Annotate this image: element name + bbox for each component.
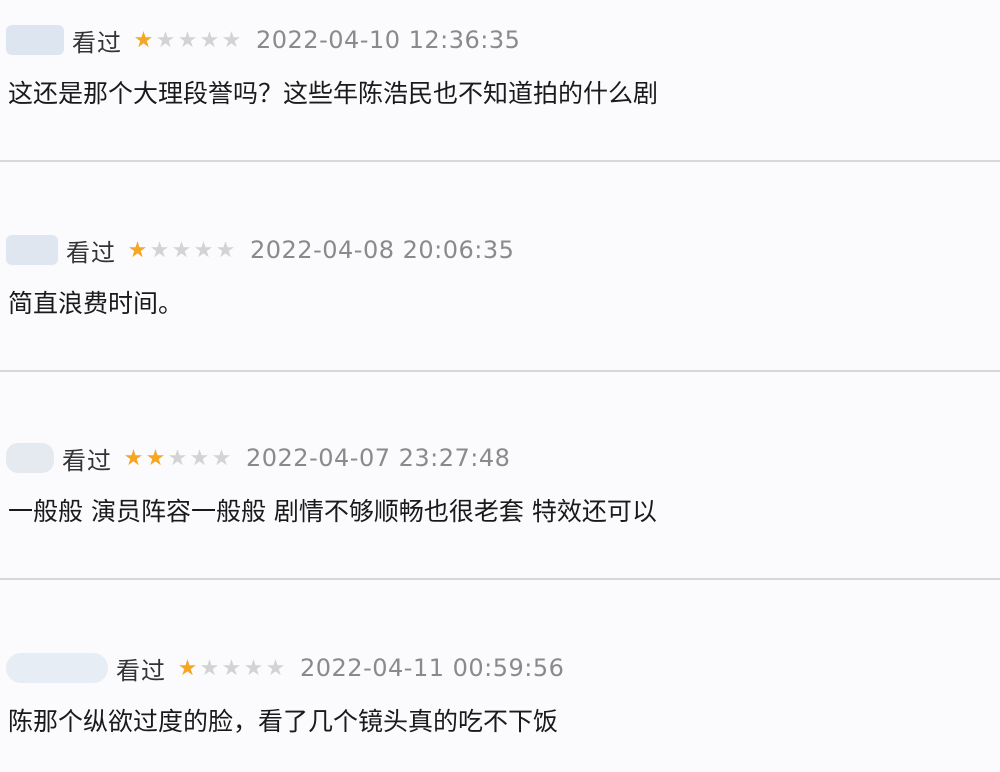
star-empty-icon: ★ [265,655,286,681]
rating-stars: ★ ★ ★ ★ ★ [122,446,232,471]
review-item: 看过 ★ ★ ★ ★ ★ 2022-04-08 20:06:35 简直浪费时间。 [0,162,1000,370]
star-filled-icon: ★ [123,445,144,471]
review-timestamp: 2022-04-08 20:06:35 [250,236,515,264]
watched-label: 看过 [116,656,166,685]
star-empty-icon: ★ [177,27,198,53]
star-filled-icon: ★ [127,237,148,263]
review-meta: 看过 ★ ★ ★ ★ ★ 2022-04-10 12:36:35 [0,20,520,60]
watched-label: 看过 [66,238,116,267]
star-empty-icon: ★ [199,27,220,53]
review-text: 一般般 演员阵容一般般 剧情不够顺畅也很老套 特效还可以 [8,497,657,526]
star-empty-icon: ★ [171,237,192,263]
star-empty-icon: ★ [155,27,176,53]
review-meta: 看过 ★ ★ ★ ★ ★ 2022-04-11 00:59:56 [0,648,564,688]
star-empty-icon: ★ [149,237,170,263]
review-item: 看过 ★ ★ ★ ★ ★ 2022-04-07 23:27:48 一般般 演员阵容一般般… [0,372,1000,578]
star-empty-icon: ★ [243,655,264,681]
rating-stars: ★ ★ ★ ★ ★ [176,656,286,681]
watched-label: 看过 [62,446,112,475]
review-text: 这还是那个大理段誉吗？这些年陈浩民也不知道拍的什么剧 [8,79,659,108]
avatar[interactable] [6,235,58,265]
avatar[interactable] [6,443,54,473]
avatar[interactable] [6,25,64,55]
watched-label: 看过 [72,28,122,57]
star-empty-icon: ★ [221,655,242,681]
review-item: 看过 ★ ★ ★ ★ ★ 2022-04-11 00:59:56 陈那个纵欲过度的脸，看… [0,580,1000,772]
rating-stars: ★ ★ ★ ★ ★ [132,28,242,53]
review-text: 简直浪费时间。 [8,289,184,318]
review-timestamp: 2022-04-07 23:27:48 [246,444,511,472]
star-empty-icon: ★ [221,27,242,53]
review-meta: 看过 ★ ★ ★ ★ ★ 2022-04-07 23:27:48 [0,438,510,478]
star-empty-icon: ★ [199,655,220,681]
review-text: 陈那个纵欲过度的脸，看了几个镜头真的吃不下饭 [8,707,559,736]
review-item: 看过 ★ ★ ★ ★ ★ 2022-04-10 12:36:35 这还是那个大理段誉吗？… [0,0,1000,160]
avatar[interactable] [6,653,108,683]
star-empty-icon: ★ [193,237,214,263]
star-filled-icon: ★ [133,27,154,53]
review-meta: 看过 ★ ★ ★ ★ ★ 2022-04-08 20:06:35 [0,230,514,270]
rating-stars: ★ ★ ★ ★ ★ [126,238,236,263]
review-list: 看过 ★ ★ ★ ★ ★ 2022-04-10 12:36:35 这还是那个大理段誉吗？… [0,0,1000,772]
star-empty-icon: ★ [189,445,210,471]
review-timestamp: 2022-04-11 00:59:56 [300,654,565,682]
review-timestamp: 2022-04-10 12:36:35 [256,26,521,54]
star-empty-icon: ★ [167,445,188,471]
star-empty-icon: ★ [211,445,232,471]
star-filled-icon: ★ [177,655,198,681]
star-filled-icon: ★ [145,445,166,471]
star-empty-icon: ★ [215,237,236,263]
